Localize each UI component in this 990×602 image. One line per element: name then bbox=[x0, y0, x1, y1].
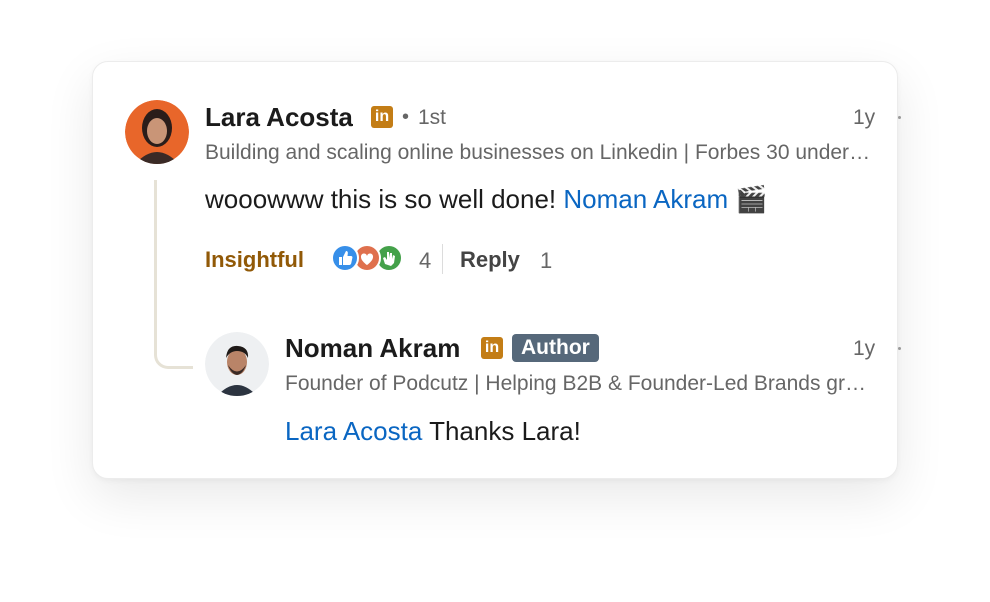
reaction-button[interactable]: Insightful bbox=[205, 247, 304, 273]
comment-card: Lara Acosta in • 1st 1y Building and sca… bbox=[92, 61, 901, 479]
author-badge: Author bbox=[512, 334, 599, 362]
more-options-icon[interactable] bbox=[898, 116, 901, 119]
clapper-emoji: 🎬 bbox=[735, 184, 768, 214]
reply-button[interactable]: Reply bbox=[460, 247, 520, 273]
reaction-count[interactable]: 4 bbox=[419, 248, 431, 274]
reply-author-name[interactable]: Noman Akram bbox=[285, 333, 460, 364]
linkedin-icon: in bbox=[481, 337, 503, 359]
comment-time: 1y bbox=[853, 106, 876, 129]
reply-author-headline: Founder of Podcutz | Helping B2B & Found… bbox=[285, 372, 875, 395]
comment-author-headline: Building and scaling online businesses o… bbox=[205, 141, 873, 164]
separator-dot: • bbox=[402, 106, 410, 128]
comment-text: wooowww this is so well done! Noman Akra… bbox=[205, 184, 768, 215]
avatar[interactable] bbox=[125, 100, 189, 164]
mention-link[interactable]: Lara Acosta bbox=[285, 416, 422, 446]
mention-link[interactable]: Noman Akram bbox=[563, 184, 728, 214]
reply-count: 1 bbox=[540, 248, 553, 273]
divider bbox=[442, 244, 443, 274]
more-options-icon[interactable] bbox=[898, 347, 901, 350]
reply-time: 1y bbox=[853, 337, 876, 360]
like-icon bbox=[331, 244, 359, 272]
linkedin-icon: in bbox=[371, 106, 393, 128]
reaction-icons[interactable] bbox=[331, 244, 411, 274]
reply-avatar[interactable] bbox=[205, 332, 269, 396]
comment-text-body: wooowww this is so well done! bbox=[205, 184, 557, 214]
reply-text: Lara Acosta Thanks Lara! bbox=[285, 416, 581, 447]
reply-text-body: Thanks Lara! bbox=[429, 416, 581, 446]
thread-line bbox=[154, 180, 193, 369]
comment-author-name[interactable]: Lara Acosta bbox=[205, 102, 353, 133]
connection-degree: 1st bbox=[418, 106, 447, 129]
